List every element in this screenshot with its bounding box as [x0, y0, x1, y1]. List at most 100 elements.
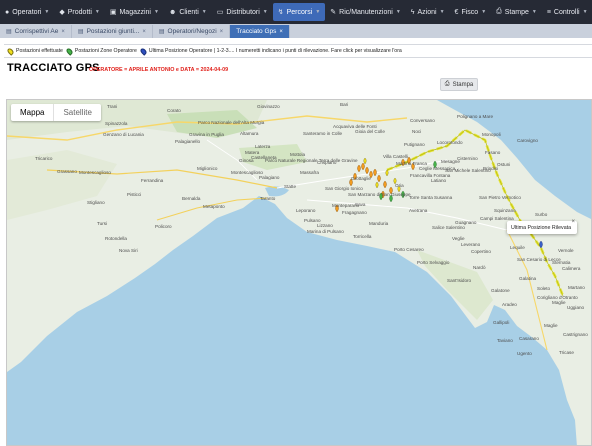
- gps-map[interactable]: Mappa Satellite Corato Trani Bari Giovinazz…: [6, 99, 592, 446]
- nav-item-azioni[interactable]: ϟ Azioni ▼: [406, 3, 450, 21]
- wrench-icon: ✎: [330, 9, 337, 16]
- nav-item-percorsi[interactable]: ↯ Percorsi ▼: [272, 3, 326, 21]
- tab-close-icon[interactable]: ×: [142, 29, 146, 35]
- place-label: Trani: [107, 104, 118, 109]
- nav-item-operatori[interactable]: ● Operatori ▼: [0, 3, 54, 21]
- place-label: Cisternino: [457, 156, 478, 161]
- nav-item-label: Percorsi: [286, 8, 313, 16]
- place-label: Aradeo: [502, 302, 517, 307]
- map-type-control: Mappa Satellite: [11, 104, 101, 121]
- tab-icon: ▤: [77, 29, 84, 35]
- caret-down-icon: ▼: [481, 9, 487, 15]
- place-label: Leporano: [296, 208, 316, 213]
- place-label: Latiano: [431, 178, 447, 183]
- place-label: Torre Santa Susanna: [409, 195, 453, 200]
- place-label: Calimera: [562, 266, 581, 271]
- place-label: Tricarico: [35, 156, 53, 161]
- info-close-icon[interactable]: ×: [571, 219, 575, 225]
- page-subtitle: OPERATORE = APRILE ANTONIO e DATA = 2024…: [89, 67, 229, 73]
- place-label: Torricella: [353, 234, 372, 239]
- print-icon: ⎙: [444, 81, 450, 87]
- tab-close-icon[interactable]: ×: [61, 29, 65, 35]
- place-label: Giovinazzo: [257, 104, 280, 109]
- tab-2[interactable]: ▤ Operatori/Negozi ×: [153, 25, 231, 38]
- place-label: San Michele Salentino: [445, 168, 491, 173]
- place-label: Salice Salentino: [432, 225, 465, 230]
- nav-item-label: Azioni: [417, 8, 437, 16]
- place-label: San Marzano di San Giuseppe: [348, 192, 411, 197]
- place-label: Ferrandina: [141, 178, 164, 183]
- tab-close-icon[interactable]: ×: [220, 29, 224, 35]
- route-icon: ↯: [277, 9, 284, 16]
- nav-item-stampe[interactable]: ⎙ Stampe ▼: [491, 3, 542, 21]
- nav-item-label: Fisco: [461, 8, 479, 16]
- place-label: Ostuni: [497, 162, 511, 167]
- nav-item-label: Prodotti: [67, 8, 92, 16]
- place-label: Maglie: [544, 323, 558, 328]
- place-label: Tricase: [559, 350, 574, 355]
- place-label: Galatone: [491, 288, 510, 293]
- nav-item-ric-manutenzioni[interactable]: ✎ Ric/Manutenzioni ▼: [325, 3, 406, 21]
- nav-item-prodotti[interactable]: ◆ Prodotti ▼: [54, 3, 104, 21]
- place-label: Monopoli: [482, 132, 501, 137]
- place-label: Bernalda: [182, 196, 201, 201]
- nav-item-label: Clienti: [179, 8, 199, 16]
- map-legend: Postazioni effettuate Postazioni Zone Op…: [4, 44, 592, 58]
- tab-label: Operatori/Negozi: [167, 28, 217, 35]
- place-label: Surbo: [535, 212, 548, 217]
- place-label: Spinazzola: [105, 121, 128, 126]
- nav-item-clienti[interactable]: ☻ Clienti ▼: [164, 3, 212, 21]
- place-label: Gallipoli: [493, 320, 510, 325]
- map-type-satellite-button[interactable]: Satellite: [53, 104, 100, 121]
- place-label: Corato: [167, 108, 181, 113]
- tab-close-icon[interactable]: ×: [279, 29, 283, 35]
- place-label: Martano: [568, 285, 585, 290]
- nav-item-label: Magazzini: [119, 8, 151, 16]
- place-label: Grassano: [57, 169, 77, 174]
- place-label: Villa Castelli: [383, 154, 408, 159]
- nav-item-controlli[interactable]: ≡ Controlli ▼: [542, 3, 592, 21]
- place-label: Fasano: [485, 150, 501, 155]
- place-label: Noci: [412, 129, 422, 134]
- place-label: Avetrana: [409, 208, 428, 213]
- place-label: Castrignano: [563, 332, 588, 337]
- place-label: Polignano a Mare: [457, 114, 494, 119]
- place-label: Tursi: [97, 221, 108, 226]
- print-button[interactable]: ⎙ Stampa: [440, 78, 478, 91]
- place-label: Lequile: [510, 245, 525, 250]
- place-label: Nova Siri: [119, 248, 138, 253]
- bolt-icon: ϟ: [410, 8, 415, 16]
- place-label: Santeramo in Colle: [303, 131, 343, 136]
- place-label: Ugento: [517, 351, 532, 356]
- place-label: Mottola: [290, 152, 306, 157]
- caret-down-icon: ▼: [153, 9, 159, 15]
- nav-item-label: Controlli: [553, 8, 580, 16]
- user-icon: ●: [5, 8, 10, 16]
- place-label: Oria: [395, 183, 404, 188]
- nav-item-label: Operatori: [12, 8, 42, 16]
- nav-item-distributori[interactable]: ▭ Distributori ▼: [212, 3, 273, 21]
- legend-item-zone: Postazioni Zone Operatore: [74, 48, 137, 54]
- place-label: Nardò: [473, 265, 486, 270]
- place-label: Carovigno: [517, 138, 538, 143]
- green-pin-icon: [65, 46, 74, 56]
- place-label: Stigliano: [87, 200, 105, 205]
- nav-item-magazzini[interactable]: ▣ Magazzini ▼: [105, 3, 164, 21]
- info-window-text: Ultima Posizione Rilevata: [511, 224, 572, 231]
- box-icon: ◆: [59, 9, 65, 16]
- tab-label: Tracciato Gps: [236, 28, 277, 35]
- tab-3[interactable]: Tracciato Gps ×: [230, 25, 290, 38]
- place-label: Statte: [284, 184, 297, 189]
- warehouse-icon: ▣: [109, 9, 117, 16]
- clients-icon: ☻: [168, 8, 177, 16]
- place-label: Conversano: [410, 118, 435, 123]
- tab-0[interactable]: ▤ Corrispettivi Ae ×: [0, 25, 72, 38]
- place-label: Leverano: [461, 242, 481, 247]
- place-label: Mesagne: [441, 159, 460, 164]
- map-type-map-button[interactable]: Mappa: [11, 104, 53, 121]
- nav-item-fisco[interactable]: € Fisco ▼: [450, 3, 492, 21]
- tab-1[interactable]: ▤ Postazioni giunti... ×: [72, 25, 153, 38]
- place-label: Genzano di Lucania: [103, 132, 144, 137]
- place-label: Taviano: [497, 338, 513, 343]
- caret-down-icon: ▼: [201, 9, 207, 15]
